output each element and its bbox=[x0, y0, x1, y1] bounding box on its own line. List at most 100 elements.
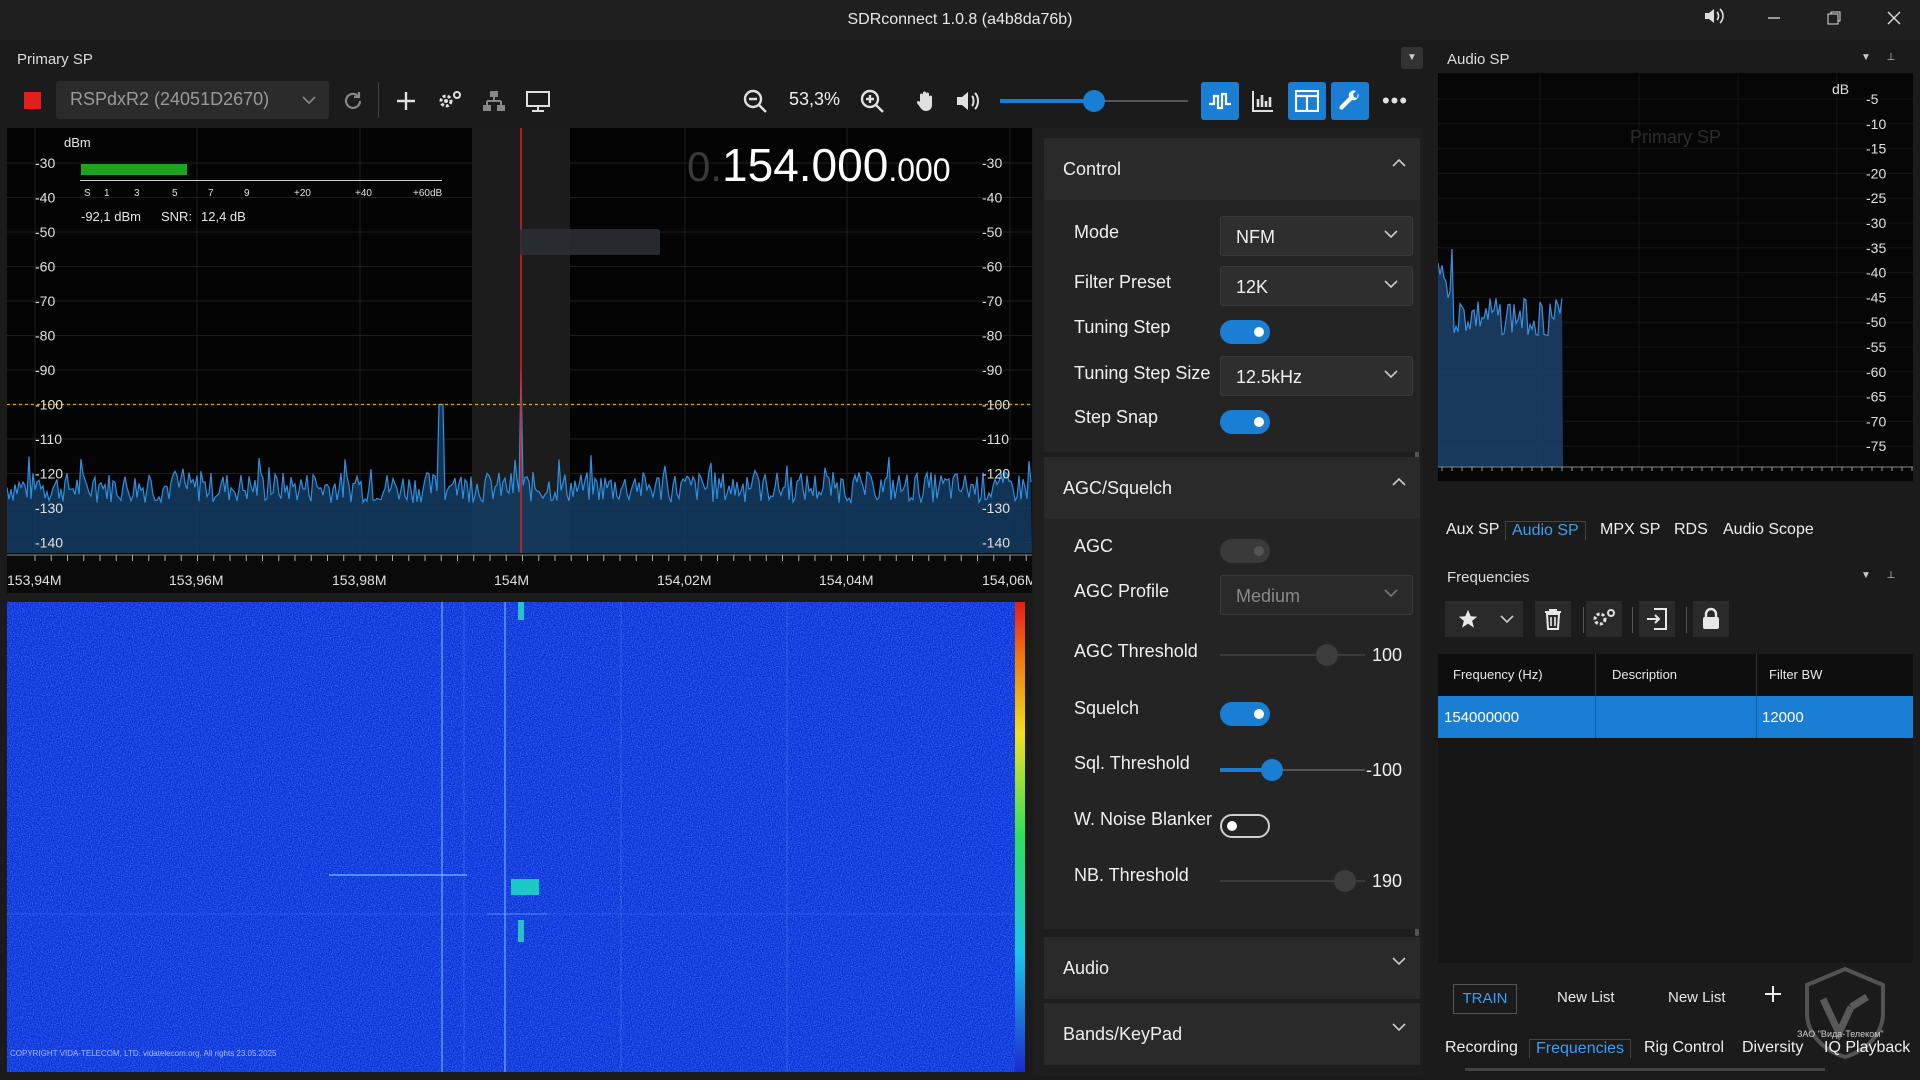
sql-threshold-knob[interactable] bbox=[1261, 759, 1283, 781]
section-control-header[interactable]: Control bbox=[1044, 138, 1420, 200]
tab-aux-sp[interactable]: Aux SP bbox=[1446, 521, 1499, 539]
agc-threshold-knob[interactable] bbox=[1316, 644, 1338, 666]
freq-settings-button[interactable] bbox=[1586, 601, 1622, 637]
delete-button[interactable] bbox=[1535, 601, 1571, 637]
tab-audio-scope[interactable]: Audio Scope bbox=[1723, 521, 1814, 539]
volume-icon[interactable] bbox=[1692, 6, 1736, 34]
import-button[interactable] bbox=[1639, 601, 1675, 637]
section-agc-header[interactable]: AGC/Squelch bbox=[1044, 457, 1420, 519]
volume-slider[interactable] bbox=[1000, 89, 1188, 113]
frequencies-menu-button[interactable]: ▼ bbox=[1856, 565, 1876, 587]
y-tick-label: -50 bbox=[1866, 314, 1886, 330]
device-select[interactable]: RSPdxR2 (24051D2670) bbox=[56, 81, 329, 119]
restore-button[interactable] bbox=[1812, 6, 1856, 34]
col-description[interactable]: Description bbox=[1612, 667, 1677, 682]
tab-mpx-sp[interactable]: MPX SP bbox=[1600, 521, 1660, 539]
tab-recording[interactable]: Recording bbox=[1445, 1039, 1518, 1057]
smeter-scale-label: S bbox=[84, 188, 91, 199]
nb-threshold-value: 190 bbox=[1371, 871, 1402, 891]
minimize-button[interactable] bbox=[1752, 6, 1796, 34]
star-icon bbox=[1458, 609, 1478, 628]
filter-preset-value: 12K bbox=[1236, 277, 1269, 297]
chevron-down-icon bbox=[1384, 280, 1398, 289]
bar-chart-icon[interactable] bbox=[1249, 87, 1277, 115]
wrench-button[interactable] bbox=[1331, 82, 1369, 120]
section-audio-header[interactable]: Audio bbox=[1044, 937, 1420, 999]
list-tab-new-1[interactable]: New List bbox=[1557, 989, 1615, 1006]
settings-icon[interactable] bbox=[436, 87, 464, 115]
lock-button[interactable] bbox=[1693, 601, 1729, 637]
tuning-step-size-select[interactable]: 12.5kHz bbox=[1220, 356, 1413, 396]
more-icon[interactable]: ••• bbox=[1381, 87, 1409, 115]
import-icon bbox=[1647, 608, 1667, 630]
tab-diversity[interactable]: Diversity bbox=[1742, 1039, 1803, 1057]
agc-profile-select[interactable]: Medium bbox=[1220, 575, 1413, 615]
smeter-scale-label: 3 bbox=[134, 188, 140, 199]
step-snap-toggle[interactable] bbox=[1220, 410, 1270, 434]
frequencies-pin-icon[interactable]: ⊥ bbox=[1882, 565, 1900, 587]
speaker-icon[interactable] bbox=[954, 87, 982, 115]
pan-hand-icon[interactable] bbox=[912, 87, 940, 115]
tab-rds[interactable]: RDS bbox=[1674, 521, 1708, 539]
y-tick-label-right: -80 bbox=[982, 328, 1002, 344]
chevron-down-icon bbox=[1384, 230, 1398, 239]
sql-threshold-slider[interactable] bbox=[1220, 759, 1365, 781]
add-icon[interactable] bbox=[392, 87, 420, 115]
frequency-display[interactable]: 0.154.000.000 bbox=[687, 138, 951, 191]
waterfall-display[interactable]: COPYRIGHT VIDA-TELECOM, LTD. vidatelecom… bbox=[7, 602, 1025, 1072]
list-tab-new-2[interactable]: New List bbox=[1668, 989, 1726, 1006]
y-tick-label-right: -120 bbox=[982, 466, 1010, 482]
mode-select[interactable]: NFM bbox=[1220, 216, 1413, 256]
filter-preset-select[interactable]: 12K bbox=[1220, 266, 1413, 306]
monitor-icon[interactable] bbox=[524, 87, 552, 115]
bottom-scrollbar[interactable] bbox=[1465, 1068, 1825, 1071]
add-list-icon[interactable] bbox=[1764, 985, 1786, 1007]
tab-audio-sp[interactable]: Audio SP bbox=[1505, 521, 1586, 540]
toolbar-divider bbox=[1686, 607, 1687, 633]
agc-toggle[interactable] bbox=[1220, 539, 1270, 563]
tuning-step-size-label: Tuning Step Size bbox=[1074, 363, 1211, 383]
favorite-button[interactable] bbox=[1445, 601, 1491, 637]
audio-spectrum-display[interactable]: -5 -10 -15 -20 -25 -30 -35 -40 -45 -50 -55 -60 -65 -7… bbox=[1438, 73, 1913, 481]
y-tick-label: -75 bbox=[1866, 438, 1886, 454]
smeter-scale-label: +40 bbox=[355, 188, 372, 199]
tab-frequencies[interactable]: Frequencies bbox=[1529, 1039, 1632, 1058]
col-frequency[interactable]: Frequency (Hz) bbox=[1453, 667, 1543, 682]
nb-threshold-knob[interactable] bbox=[1334, 870, 1356, 892]
squelch-toggle[interactable] bbox=[1220, 702, 1270, 726]
smeter-scale-label: 5 bbox=[172, 188, 178, 199]
agc-threshold-slider[interactable] bbox=[1220, 644, 1365, 666]
y-tick-label-left: -120 bbox=[35, 466, 63, 482]
tab-rig-control[interactable]: Rig Control bbox=[1644, 1039, 1724, 1057]
zoom-out-icon[interactable] bbox=[741, 87, 769, 115]
favorite-dropdown[interactable] bbox=[1491, 601, 1523, 637]
col-filter-bw[interactable]: Filter BW bbox=[1769, 667, 1822, 682]
list-tab-train[interactable]: TRAIN bbox=[1453, 984, 1517, 1014]
tuning-step-toggle[interactable] bbox=[1220, 320, 1270, 344]
section-control-body: Mode NFM Filter Preset 12K Tuning Step T… bbox=[1044, 200, 1420, 452]
tab-iq-playback[interactable]: IQ Playback bbox=[1824, 1039, 1910, 1057]
y-tick-label-right: -30 bbox=[982, 155, 1002, 171]
logo-caption: ЗАО "Вида-Телеком" bbox=[1797, 1029, 1884, 1039]
volume-knob[interactable] bbox=[1083, 90, 1105, 112]
layout-panel-button[interactable] bbox=[1288, 82, 1326, 120]
nb-threshold-slider[interactable] bbox=[1220, 870, 1365, 892]
section-bands-header[interactable]: Bands/KeyPad bbox=[1044, 1003, 1420, 1065]
sql-threshold-label: Sql. Threshold bbox=[1074, 753, 1190, 773]
stop-button[interactable] bbox=[24, 92, 41, 109]
primary-sp-menu-button[interactable]: ▼ bbox=[1401, 47, 1423, 69]
network-icon[interactable] bbox=[480, 87, 508, 115]
spectrum-display[interactable]: -30 -30 -40 -40 -50 -50 -60 -60 -70 -70 -80 -80 -90-… bbox=[7, 128, 1032, 593]
table-row[interactable]: 154000000 12000 bbox=[1438, 696, 1913, 738]
spectrum-view-button[interactable] bbox=[1201, 82, 1239, 120]
audio-sp-menu-button[interactable]: ▼ bbox=[1856, 47, 1876, 69]
refresh-icon[interactable] bbox=[339, 87, 367, 115]
close-button[interactable] bbox=[1872, 6, 1916, 34]
audio-sp-pin-icon[interactable]: ⊥ bbox=[1882, 47, 1900, 69]
wnb-toggle[interactable] bbox=[1220, 814, 1270, 838]
agc-profile-label: AGC Profile bbox=[1074, 581, 1170, 601]
frequency-main: 154.000 bbox=[722, 139, 889, 191]
zoom-in-icon[interactable] bbox=[858, 87, 886, 115]
smeter-unit: dBm bbox=[64, 135, 91, 150]
lock-icon bbox=[1703, 607, 1719, 629]
